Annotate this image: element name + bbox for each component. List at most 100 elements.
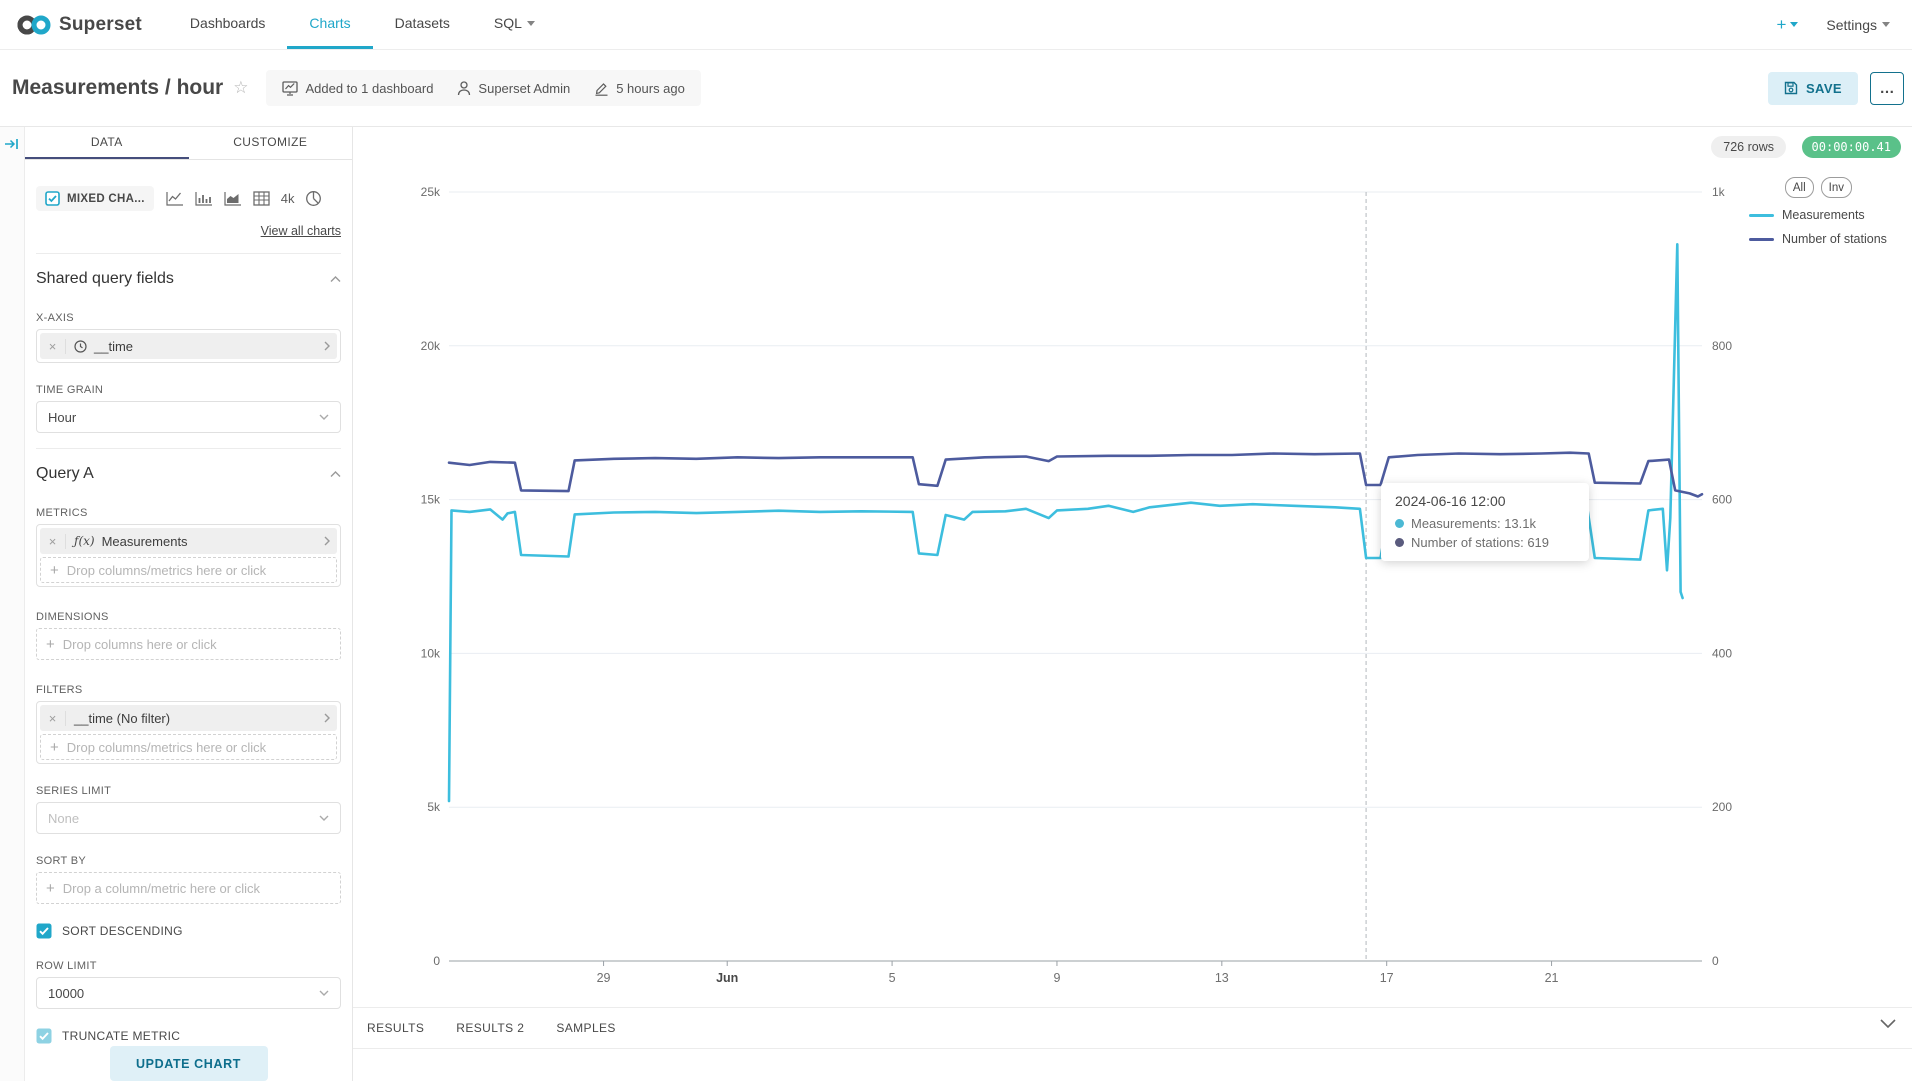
- viz-4k-badge[interactable]: 4k: [281, 191, 295, 206]
- caret-down-icon: [1790, 22, 1798, 27]
- tooltip-timestamp: 2024-06-16 12:00: [1395, 493, 1575, 509]
- area-chart-icon[interactable]: [224, 191, 242, 206]
- chevron-right-icon: [317, 341, 337, 351]
- checked-checkbox-icon: [45, 191, 60, 206]
- chevron-down-icon: [319, 414, 329, 420]
- tooltip-row: Measurements: 13.1k: [1395, 516, 1575, 531]
- view-all-charts-link[interactable]: View all charts: [36, 224, 341, 238]
- y-axis-left-tick: 0: [433, 954, 440, 968]
- save-button[interactable]: SAVE: [1768, 72, 1858, 105]
- plus-icon: +: [46, 636, 55, 653]
- bar-chart-icon[interactable]: [195, 191, 213, 206]
- chart-header-bar: Measurements / hour ☆ Added to 1 dashboa…: [0, 50, 1912, 127]
- caret-down-icon: [1882, 22, 1890, 27]
- y-axis-right-tick: 600: [1712, 493, 1732, 507]
- panel-tabs: DATA CUSTOMIZE: [25, 127, 352, 160]
- time-grain-select[interactable]: Hour: [36, 401, 341, 433]
- user-icon: [457, 81, 471, 96]
- filters-control: × __time (No filter) + Drop columns/metr…: [36, 701, 341, 764]
- chevron-right-icon: [317, 536, 337, 546]
- legend-inv-button[interactable]: Inv: [1821, 177, 1852, 198]
- update-chart-button[interactable]: UPDATE CHART: [110, 1046, 268, 1081]
- filters-label: FILTERS: [36, 684, 341, 696]
- metrics-control: × ƒ(x) Measurements + Drop columns/metri…: [36, 524, 341, 587]
- x-axis-pill[interactable]: × __time: [40, 333, 337, 359]
- nav-items: Dashboards Charts Datasets SQL: [168, 0, 557, 49]
- new-menu-button[interactable]: +: [1776, 15, 1798, 35]
- chart-legend: Measurements Number of stations: [1749, 203, 1887, 251]
- chevron-down-icon: [319, 815, 329, 821]
- dimensions-dropzone[interactable]: + Drop columns here or click: [36, 628, 341, 660]
- x-axis-tick-label: 21: [1545, 971, 1559, 985]
- collapse-section-icon[interactable]: [330, 471, 341, 478]
- y-axis-left-tick: 25k: [421, 185, 441, 199]
- dashboards-meta[interactable]: Added to 1 dashboard: [282, 81, 433, 96]
- remove-icon[interactable]: ×: [40, 339, 66, 354]
- legend-swatch: [1749, 214, 1774, 217]
- brand-name: Superset: [59, 14, 142, 36]
- chart-svg[interactable]: 05k10k15k20k25k02004006008001k29Jun59131…: [353, 127, 1912, 1081]
- selected-viz-type[interactable]: MIXED CHA...: [36, 186, 154, 211]
- favorite-star-icon[interactable]: ☆: [233, 78, 248, 98]
- plus-icon: +: [46, 880, 55, 897]
- chevron-down-icon: [319, 990, 329, 996]
- plus-icon: +: [50, 739, 59, 756]
- x-axis-tick-label: Jun: [716, 971, 738, 985]
- chart-area: 05k10k15k20k25k02004006008001k29Jun59131…: [353, 127, 1912, 1081]
- y-axis-right-tick: 400: [1712, 646, 1732, 660]
- save-icon: [1784, 81, 1798, 95]
- x-axis-tick-label: 29: [597, 971, 611, 985]
- checked-checkbox-icon[interactable]: [36, 923, 52, 939]
- table-icon[interactable]: [253, 191, 270, 206]
- nav-item-dashboards[interactable]: Dashboards: [168, 0, 288, 49]
- metrics-label: METRICS: [36, 507, 341, 519]
- y-axis-left-tick: 20k: [421, 339, 441, 353]
- series-limit-select[interactable]: None: [36, 802, 341, 834]
- legend-item-measurements[interactable]: Measurements: [1749, 203, 1887, 227]
- truncate-metric-row[interactable]: TRUNCATE METRIC: [36, 1028, 341, 1044]
- row-count-badge: 726 rows: [1711, 136, 1786, 158]
- tab-results-2[interactable]: RESULTS 2: [456, 1021, 524, 1035]
- settings-menu[interactable]: Settings: [1826, 17, 1890, 33]
- y-axis-left-tick: 10k: [421, 646, 441, 660]
- superset-logo[interactable]: Superset: [0, 0, 168, 49]
- dashboard-icon: [282, 81, 298, 96]
- metrics-dropzone[interactable]: + Drop columns/metrics here or click: [40, 557, 337, 583]
- tab-results[interactable]: RESULTS: [367, 1021, 424, 1035]
- x-axis-tick-label: 9: [1053, 971, 1060, 985]
- remove-icon[interactable]: ×: [40, 534, 66, 549]
- query-timer-badge: 00:00:00.41: [1802, 136, 1901, 158]
- panel-collapse-strip: [0, 127, 25, 1081]
- line-chart-icon[interactable]: [166, 191, 184, 206]
- results-pane: RESULTS RESULTS 2 SAMPLES: [353, 1007, 1912, 1081]
- legend-item-stations[interactable]: Number of stations: [1749, 227, 1887, 251]
- sort-by-dropzone[interactable]: + Drop a column/metric here or click: [36, 872, 341, 904]
- nav-item-charts[interactable]: Charts: [287, 0, 372, 49]
- owner-meta[interactable]: Superset Admin: [457, 81, 570, 96]
- collapse-section-icon[interactable]: [330, 276, 341, 283]
- sort-descending-row[interactable]: SORT DESCENDING: [36, 923, 341, 939]
- last-modified-meta[interactable]: 5 hours ago: [594, 81, 685, 96]
- pie-chart-icon[interactable]: [305, 190, 322, 207]
- page-title: Measurements / hour: [12, 76, 223, 100]
- metric-pill[interactable]: × ƒ(x) Measurements: [40, 528, 337, 554]
- checked-checkbox-icon[interactable]: [36, 1028, 52, 1044]
- more-actions-button[interactable]: …: [1870, 72, 1904, 105]
- x-axis-control: × __time: [36, 329, 341, 363]
- expand-panel-icon[interactable]: [4, 136, 20, 152]
- tab-data[interactable]: DATA: [25, 127, 189, 159]
- tab-customize[interactable]: CUSTOMIZE: [189, 127, 353, 159]
- remove-icon[interactable]: ×: [40, 711, 66, 726]
- tooltip-row: Number of stations: 619: [1395, 535, 1575, 550]
- nav-item-sql[interactable]: SQL: [472, 0, 557, 49]
- collapse-results-icon[interactable]: [1880, 1019, 1896, 1028]
- plus-icon: +: [50, 562, 59, 579]
- tab-samples[interactable]: SAMPLES: [556, 1021, 616, 1035]
- legend-all-button[interactable]: All: [1785, 177, 1814, 198]
- row-limit-select[interactable]: 10000: [36, 977, 341, 1009]
- nav-item-datasets[interactable]: Datasets: [373, 0, 472, 49]
- filter-pill[interactable]: × __time (No filter): [40, 705, 337, 731]
- filters-dropzone[interactable]: + Drop columns/metrics here or click: [40, 734, 337, 760]
- divider: [36, 253, 341, 254]
- query-a-title: Query A: [36, 465, 94, 483]
